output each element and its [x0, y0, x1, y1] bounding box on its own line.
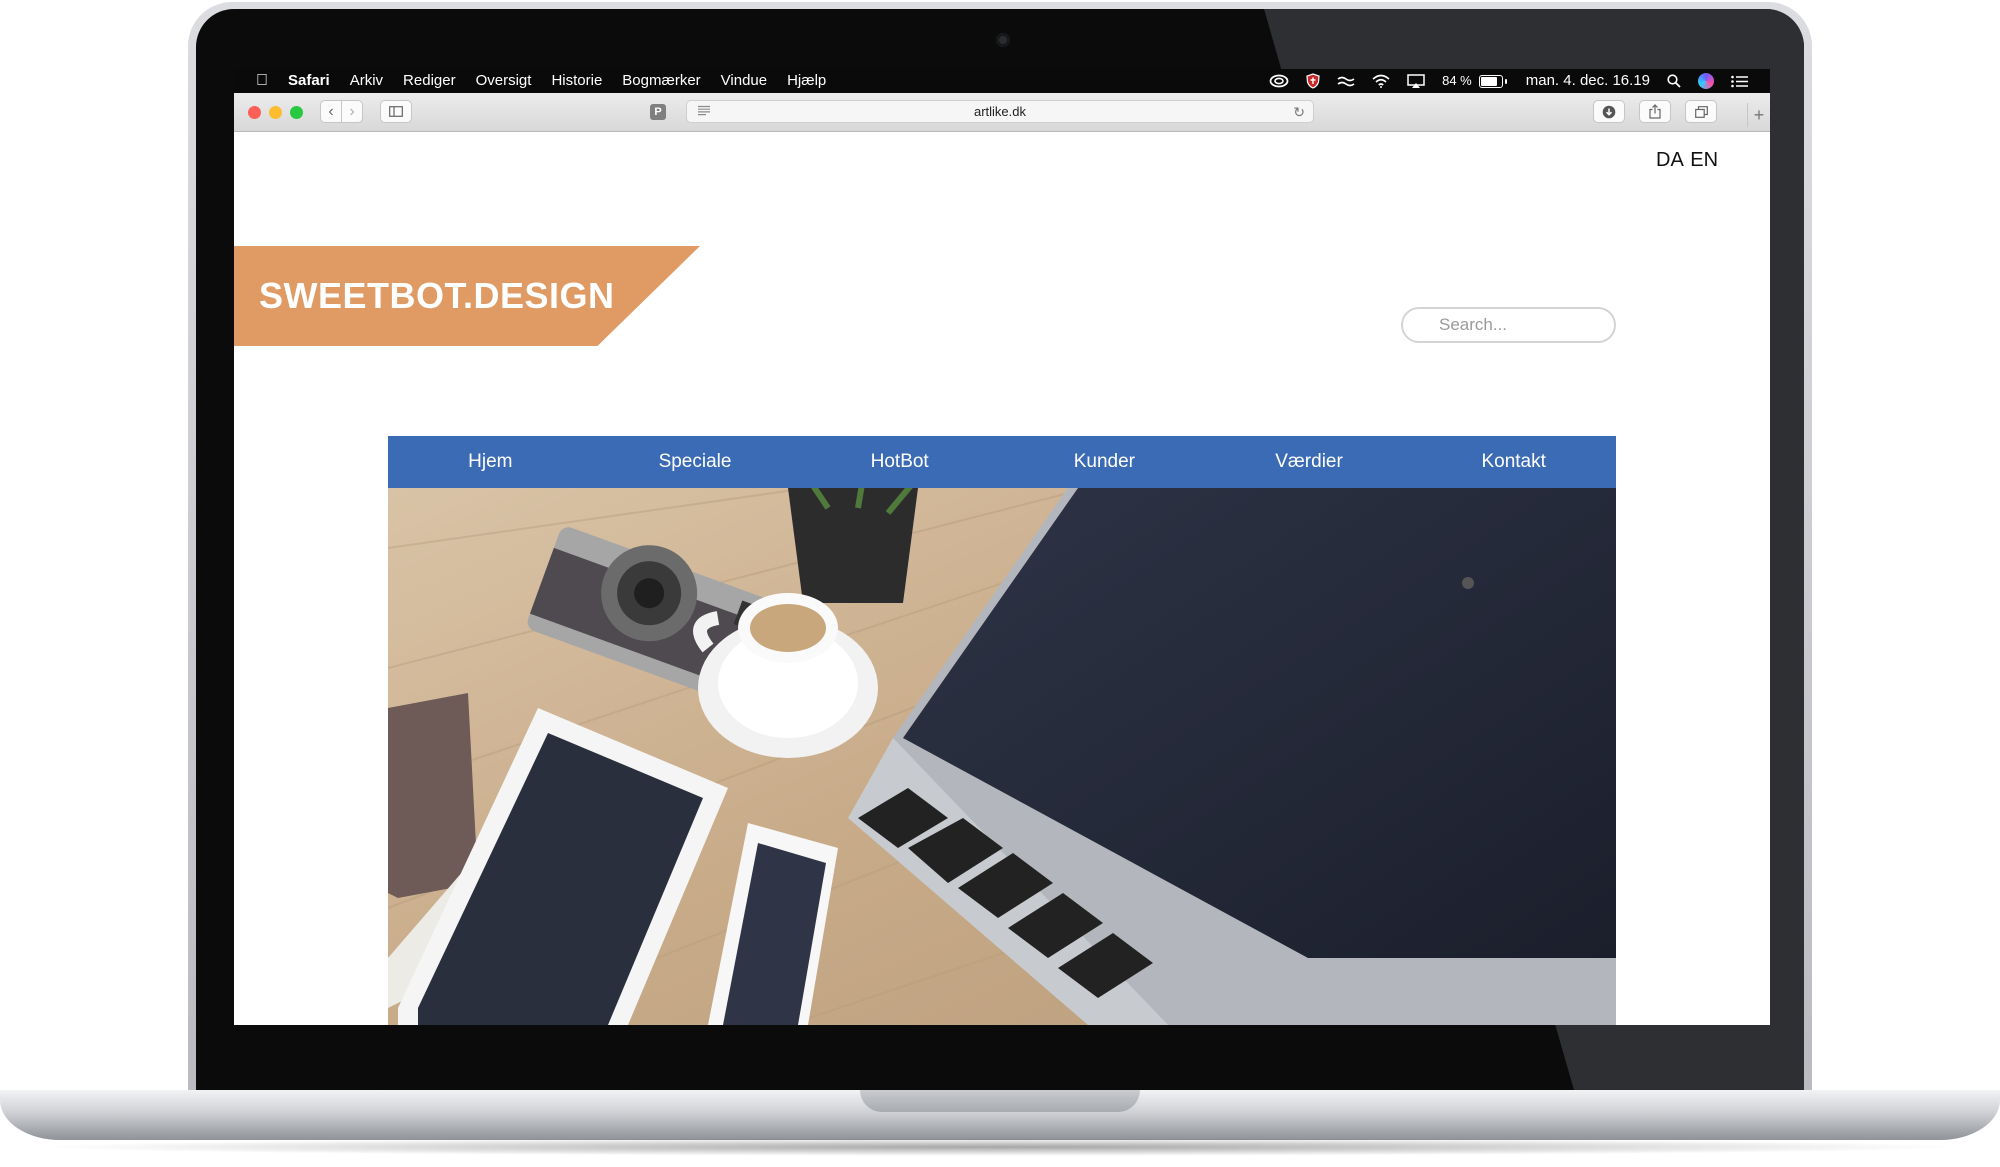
safari-toolbar: ‹ › P artlike.dk ↻ + [234, 93, 1770, 132]
siri-icon[interactable] [1698, 69, 1714, 93]
menu-bogmaerker[interactable]: Bogmærker [622, 69, 700, 93]
camera-icon [996, 33, 1010, 47]
web-page: DA EN SWEETBOT.DESIGN Hjem Speciale HotB… [234, 132, 1770, 1025]
battery-percent: 84 % [1442, 73, 1472, 88]
window-minimize-button[interactable] [269, 106, 282, 119]
tabs-icon [1694, 105, 1708, 118]
menu-oversigt[interactable]: Oversigt [476, 69, 532, 93]
chevron-right-icon: › [349, 102, 355, 120]
main-navigation: Hjem Speciale HotBot Kunder Værdier Kont… [388, 436, 1616, 488]
back-button[interactable]: ‹ [320, 100, 342, 123]
share-button[interactable] [1639, 100, 1671, 123]
sidebar-icon [389, 106, 403, 117]
forward-button[interactable]: › [341, 100, 363, 123]
reader-view-icon[interactable] [697, 101, 711, 123]
menu-vindue[interactable]: Vindue [721, 69, 767, 93]
creative-cloud-icon[interactable] [1269, 69, 1289, 93]
sidebar-toggle-button[interactable] [380, 100, 412, 123]
language-switcher[interactable]: DA EN [1656, 149, 1718, 172]
nav-item-vaerdier[interactable]: Værdier [1207, 436, 1412, 488]
menu-app-name[interactable]: Safari [288, 69, 330, 93]
laptop-opening-notch [860, 1090, 1140, 1112]
hero-image [388, 488, 1616, 1025]
apple-menu-icon[interactable]:  [256, 69, 268, 93]
screen:  Safari Arkiv Rediger Oversigt Historie… [234, 69, 1770, 1025]
menubar-clock[interactable]: man. 4. dec. 16.19 [1526, 69, 1650, 93]
mac-menubar:  Safari Arkiv Rediger Oversigt Historie… [234, 69, 1770, 93]
shield-icon[interactable] [1306, 69, 1320, 93]
nav-item-hjem[interactable]: Hjem [388, 436, 593, 488]
new-tab-button[interactable]: + [1747, 103, 1770, 127]
share-icon [1649, 104, 1661, 119]
battery-level [1480, 76, 1497, 86]
battery-outline [1478, 74, 1507, 88]
wifi-icon[interactable] [1372, 69, 1390, 93]
tab-overview-button[interactable] [1685, 100, 1717, 123]
nav-item-kunder[interactable]: Kunder [1002, 436, 1207, 488]
menu-historie[interactable]: Historie [551, 69, 602, 93]
menu-hjaelp[interactable]: Hjælp [787, 69, 826, 93]
plant [788, 488, 918, 603]
chevron-left-icon: ‹ [328, 102, 334, 120]
menu-rediger[interactable]: Rediger [403, 69, 456, 93]
address-bar[interactable]: artlike.dk ↻ [686, 100, 1314, 123]
desk-photo [388, 488, 1616, 1025]
airplay-icon[interactable] [1407, 69, 1425, 93]
nav-item-speciale[interactable]: Speciale [593, 436, 798, 488]
battery-icon[interactable] [1478, 69, 1507, 93]
bridge-icon[interactable] [1337, 69, 1355, 93]
pinterest-extension-icon[interactable]: P [650, 104, 666, 120]
spotlight-icon[interactable] [1667, 69, 1681, 93]
laptop-shadow [30, 1138, 1970, 1156]
search-input[interactable] [1401, 307, 1616, 343]
notification-center-icon[interactable] [1731, 69, 1748, 93]
nav-item-kontakt[interactable]: Kontakt [1411, 436, 1616, 488]
nav-item-hotbot[interactable]: HotBot [797, 436, 1002, 488]
site-logo[interactable]: SWEETBOT.DESIGN [259, 246, 615, 346]
downloads-button[interactable] [1593, 100, 1625, 123]
download-icon [1602, 105, 1616, 118]
window-zoom-button[interactable] [290, 106, 303, 119]
url-text: artlike.dk [973, 104, 1027, 119]
window-close-button[interactable] [248, 106, 261, 119]
siri-orb [1698, 73, 1714, 89]
reload-icon[interactable]: ↻ [1293, 101, 1305, 123]
menu-arkiv[interactable]: Arkiv [350, 69, 383, 93]
